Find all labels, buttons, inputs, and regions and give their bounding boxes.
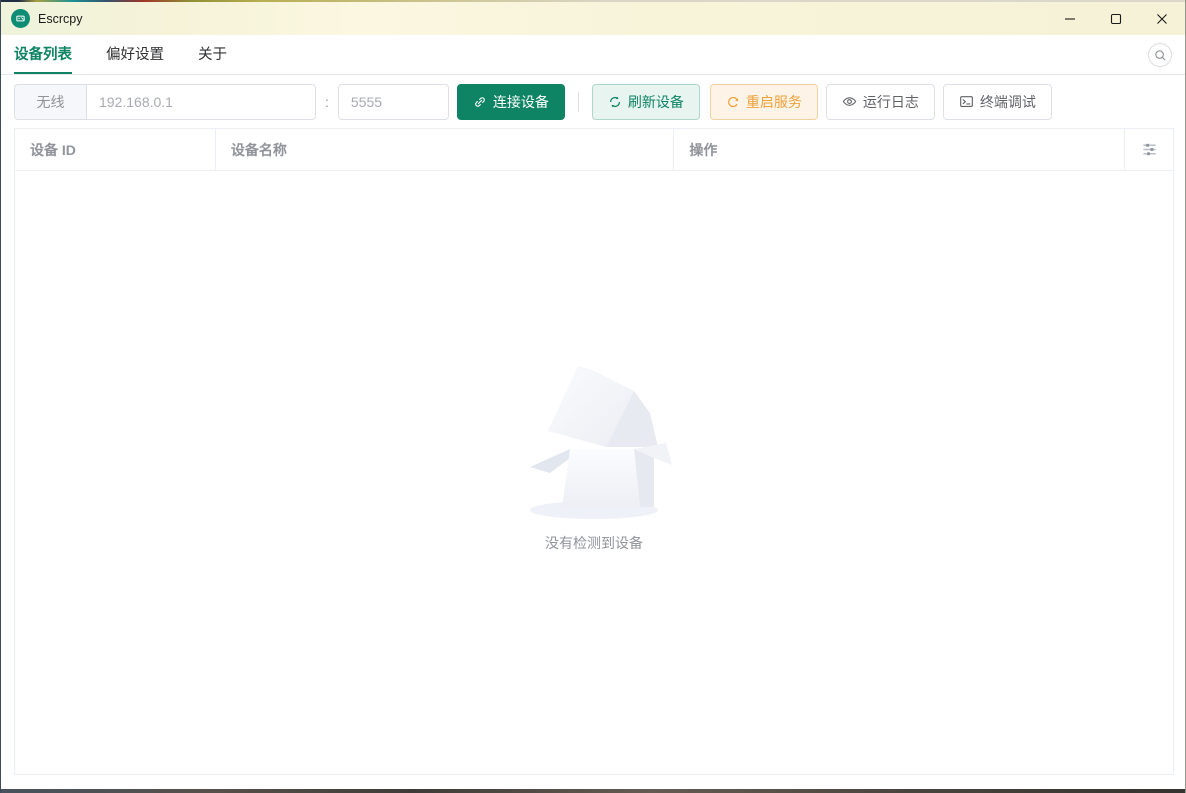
run-logs-button[interactable]: 运行日志 xyxy=(825,83,935,120)
empty-box-illustration xyxy=(530,366,672,519)
wireless-mode-label[interactable]: 无线 xyxy=(14,83,86,120)
terminal-icon xyxy=(960,96,973,107)
port-input[interactable] xyxy=(337,83,449,120)
connect-device-button[interactable]: 连接设备 xyxy=(456,83,565,120)
app-window: Escrcpy 设备列表 偏好设置 关于 无线 : xyxy=(0,0,1186,793)
column-device-name: 设备名称 xyxy=(216,129,675,170)
ip-address-input[interactable] xyxy=(86,83,316,120)
column-device-id: 设备 ID xyxy=(15,129,216,170)
search-icon xyxy=(1154,49,1166,61)
restart-service-label: 重启服务 xyxy=(745,93,802,110)
tab-bar: 设备列表 偏好设置 关于 xyxy=(1,35,1185,75)
desktop-edge-bottom xyxy=(1,789,1185,793)
link-icon xyxy=(475,96,485,107)
sliders-icon xyxy=(1142,143,1156,156)
app-logo-icon xyxy=(11,9,30,28)
device-table: 设备 ID 设备名称 操作 没有检测到设备 xyxy=(14,128,1174,775)
column-settings-cell[interactable] xyxy=(1125,129,1173,170)
tab-label: 偏好设置 xyxy=(106,47,164,63)
maximize-button[interactable] xyxy=(1093,2,1139,35)
refresh-icon xyxy=(609,96,620,107)
table-header: 设备 ID 设备名称 操作 xyxy=(15,129,1173,171)
refresh-devices-label: 刷新设备 xyxy=(627,93,684,110)
ip-port-separator: : xyxy=(325,93,329,110)
toolbar-divider xyxy=(577,91,579,112)
wireless-input-group: 无线 xyxy=(14,83,316,120)
window-title: Escrcpy xyxy=(38,11,83,26)
title-bar[interactable]: Escrcpy xyxy=(1,2,1185,35)
tab-device-list[interactable]: 设备列表 xyxy=(14,35,72,74)
connection-toolbar: 无线 : 连接设备 刷新设备 重启服务 运行日志 终端调试 xyxy=(1,75,1185,128)
refresh-devices-button[interactable]: 刷新设备 xyxy=(591,83,700,120)
table-body: 没有检测到设备 xyxy=(15,171,1173,775)
column-actions: 操作 xyxy=(674,129,1126,170)
eye-icon xyxy=(842,97,857,106)
tab-label: 关于 xyxy=(198,47,227,63)
minimize-button[interactable] xyxy=(1047,2,1093,35)
empty-state: 没有检测到设备 xyxy=(514,353,674,553)
connect-device-label: 连接设备 xyxy=(492,93,549,110)
terminal-debug-button[interactable]: 终端调试 xyxy=(942,83,1052,120)
tab-preferences[interactable]: 偏好设置 xyxy=(106,35,164,74)
search-button[interactable] xyxy=(1148,43,1172,67)
restart-service-button[interactable]: 重启服务 xyxy=(709,83,818,120)
run-logs-label: 运行日志 xyxy=(862,93,919,110)
close-button[interactable] xyxy=(1139,2,1185,35)
refresh-right-icon xyxy=(727,96,738,107)
tab-label: 设备列表 xyxy=(14,47,72,63)
terminal-debug-label: 终端调试 xyxy=(979,93,1036,110)
empty-state-text: 没有检测到设备 xyxy=(545,535,643,551)
tab-about[interactable]: 关于 xyxy=(198,35,227,74)
